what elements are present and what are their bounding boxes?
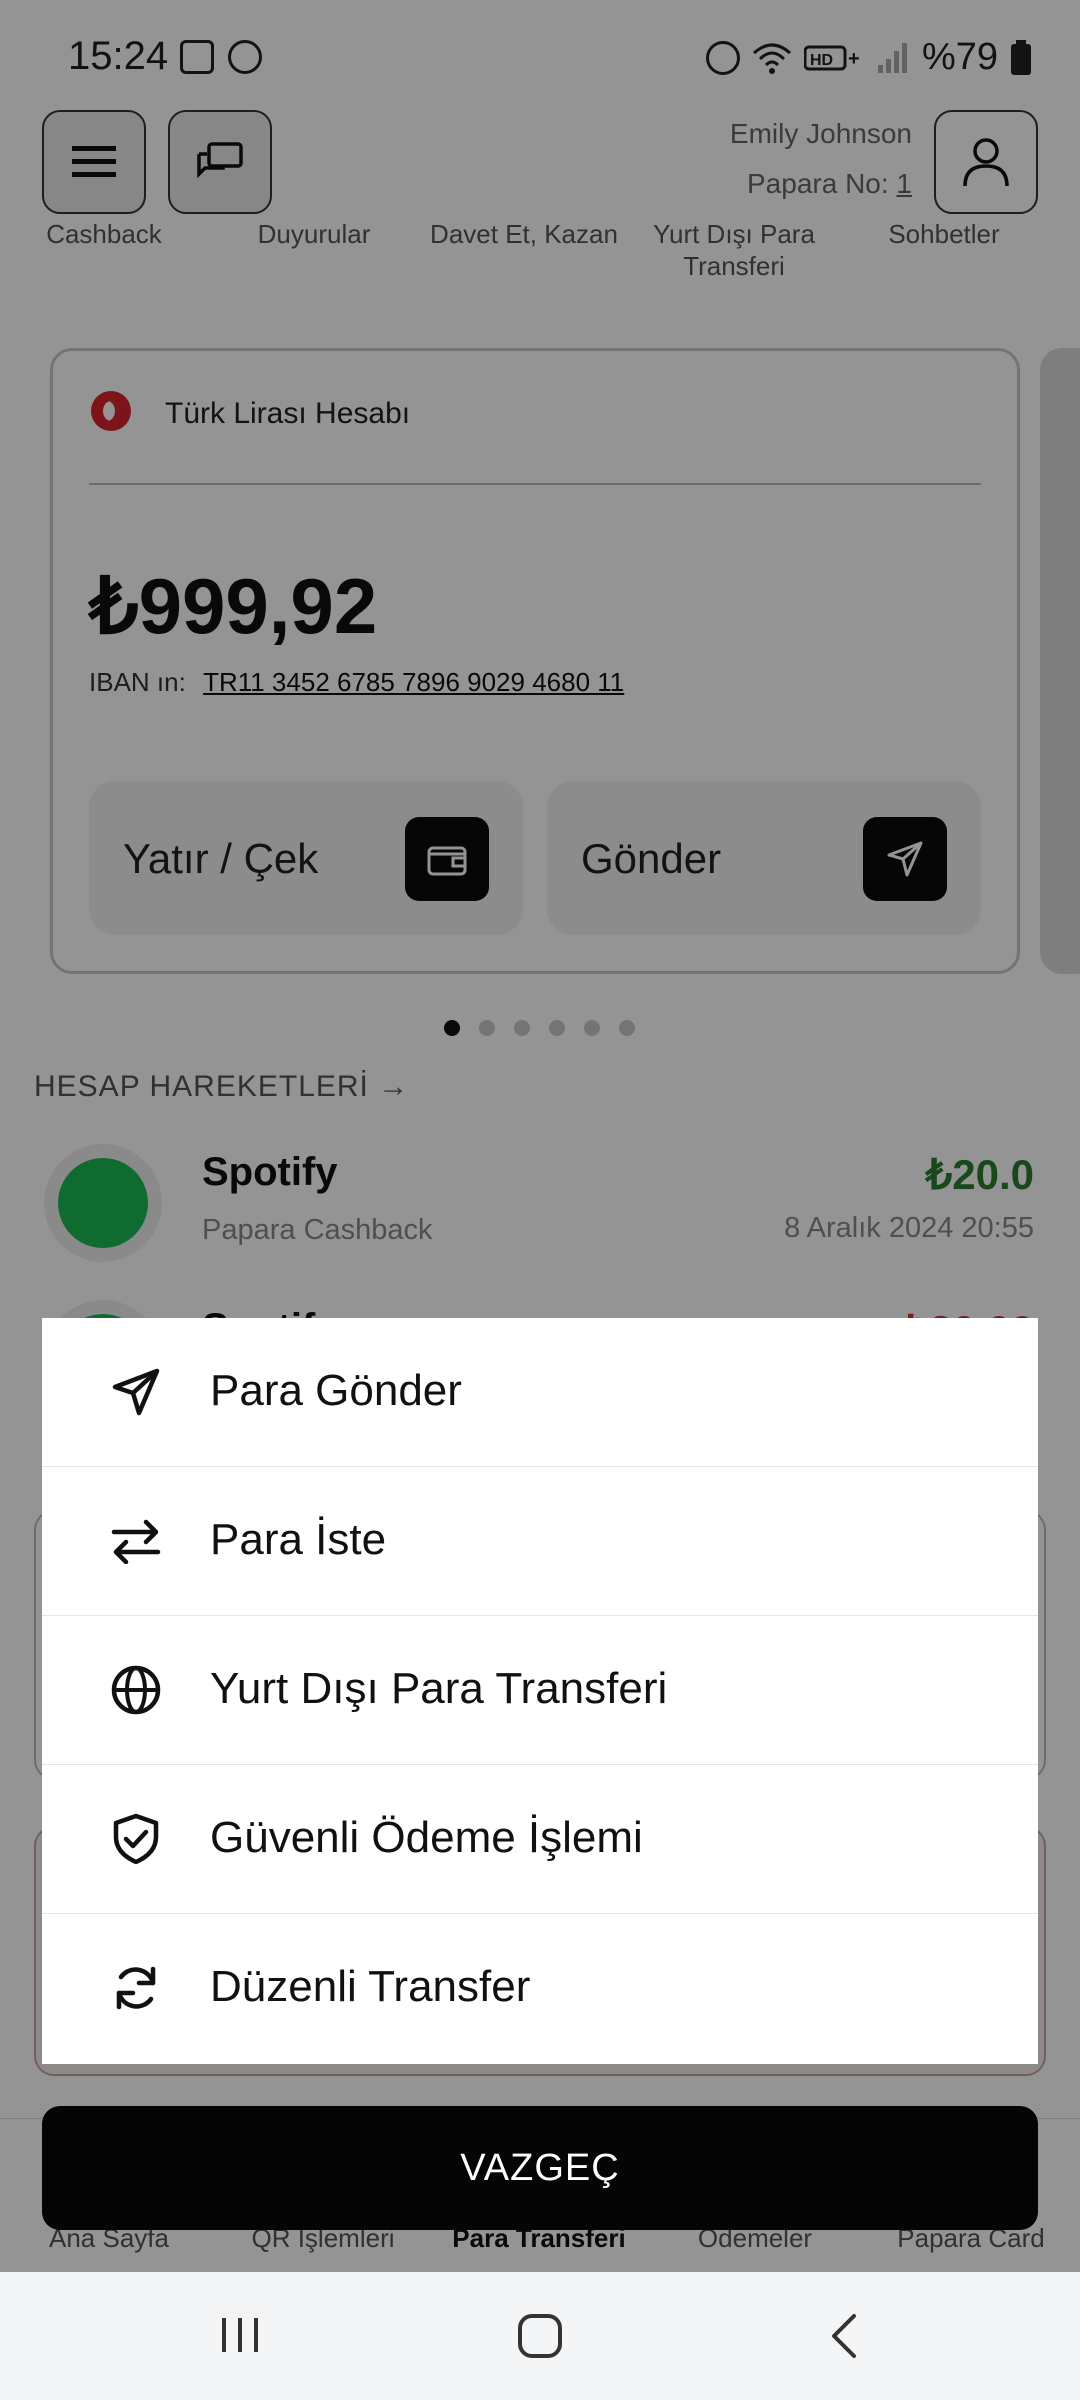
sheet-item-duzenli-transfer[interactable]: Düzenli Transfer [42, 1914, 1038, 2063]
sheet-item-para-gonder[interactable]: Para Gönder [42, 1318, 1038, 1467]
refresh-icon [108, 1960, 164, 2016]
home-icon [518, 2314, 562, 2358]
shield-check-icon [108, 1811, 164, 1867]
home-button[interactable] [516, 2312, 564, 2365]
back-button[interactable] [826, 2312, 862, 2365]
sheet-item-label: Para İste [210, 1515, 387, 1564]
action-sheet: Para Gönder Para İste Yurt Dışı Para Tra… [42, 1318, 1038, 2064]
sheet-item-label: Düzenli Transfer [210, 1962, 531, 2011]
cancel-button[interactable]: VAZGEÇ [42, 2106, 1038, 2230]
sheet-item-label: Yurt Dışı Para Transferi [210, 1664, 668, 1713]
sheet-item-label: Para Gönder [210, 1366, 462, 1415]
sheet-item-para-iste[interactable]: Para İste [42, 1467, 1038, 1616]
globe-icon [108, 1662, 164, 1718]
recent-apps-icon [222, 2318, 258, 2352]
system-nav-bar [0, 2272, 1080, 2400]
sheet-item-guvenli-odeme[interactable]: Güvenli Ödeme İşlemi [42, 1765, 1038, 1914]
send-icon [108, 1364, 164, 1420]
sheet-item-label: Güvenli Ödeme İşlemi [210, 1813, 643, 1862]
sheet-item-yurt-disi[interactable]: Yurt Dışı Para Transferi [42, 1616, 1038, 1765]
recent-apps-button[interactable] [218, 2312, 262, 2361]
transfer-arrows-icon [108, 1513, 164, 1569]
back-icon [832, 2314, 856, 2358]
